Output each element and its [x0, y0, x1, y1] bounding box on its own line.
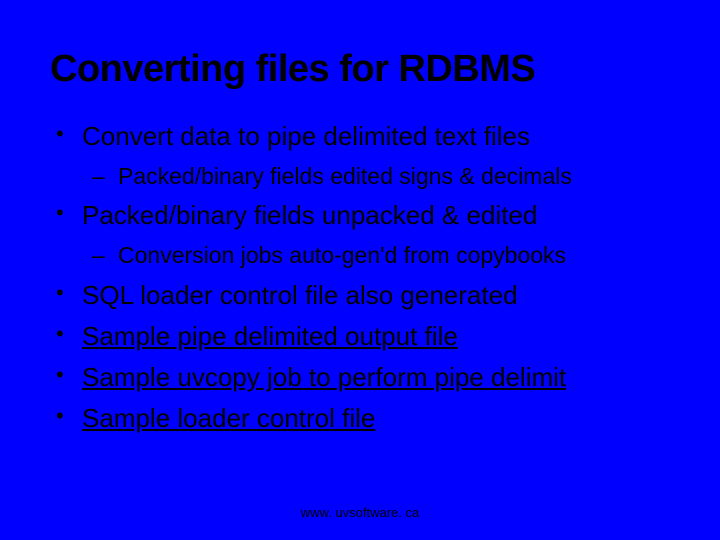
- link-sample-loader[interactable]: Sample loader control file: [82, 403, 375, 433]
- list-item: Convert data to pipe delimited text file…: [50, 119, 670, 192]
- list-item: Sample pipe delimited output file: [50, 319, 670, 354]
- list-item: SQL loader control file also generated: [50, 278, 670, 313]
- list-item: Sample loader control file: [50, 401, 670, 436]
- sub-text: Conversion jobs auto-gen'd from copybook…: [118, 242, 566, 268]
- slide-title: Converting files for RDBMS: [50, 48, 670, 91]
- link-sample-uvcopy[interactable]: Sample uvcopy job to perform pipe delimi…: [82, 362, 566, 392]
- sub-item: Packed/binary fields edited signs & deci…: [82, 160, 670, 192]
- footer-url: www. uvsoftware. ca: [0, 505, 720, 520]
- link-sample-output[interactable]: Sample pipe delimited output file: [82, 321, 458, 351]
- bullet-text: SQL loader control file also generated: [82, 280, 518, 310]
- bullet-list: Convert data to pipe delimited text file…: [50, 119, 670, 436]
- sub-list: Conversion jobs auto-gen'd from copybook…: [82, 239, 670, 271]
- sub-item: Conversion jobs auto-gen'd from copybook…: [82, 239, 670, 271]
- sub-list: Packed/binary fields edited signs & deci…: [82, 160, 670, 192]
- list-item: Sample uvcopy job to perform pipe delimi…: [50, 360, 670, 395]
- list-item: Packed/binary fields unpacked & edited C…: [50, 198, 670, 271]
- bullet-text: Packed/binary fields unpacked & edited: [82, 200, 537, 230]
- sub-text: Packed/binary fields edited signs & deci…: [118, 163, 572, 189]
- bullet-text: Convert data to pipe delimited text file…: [82, 121, 530, 151]
